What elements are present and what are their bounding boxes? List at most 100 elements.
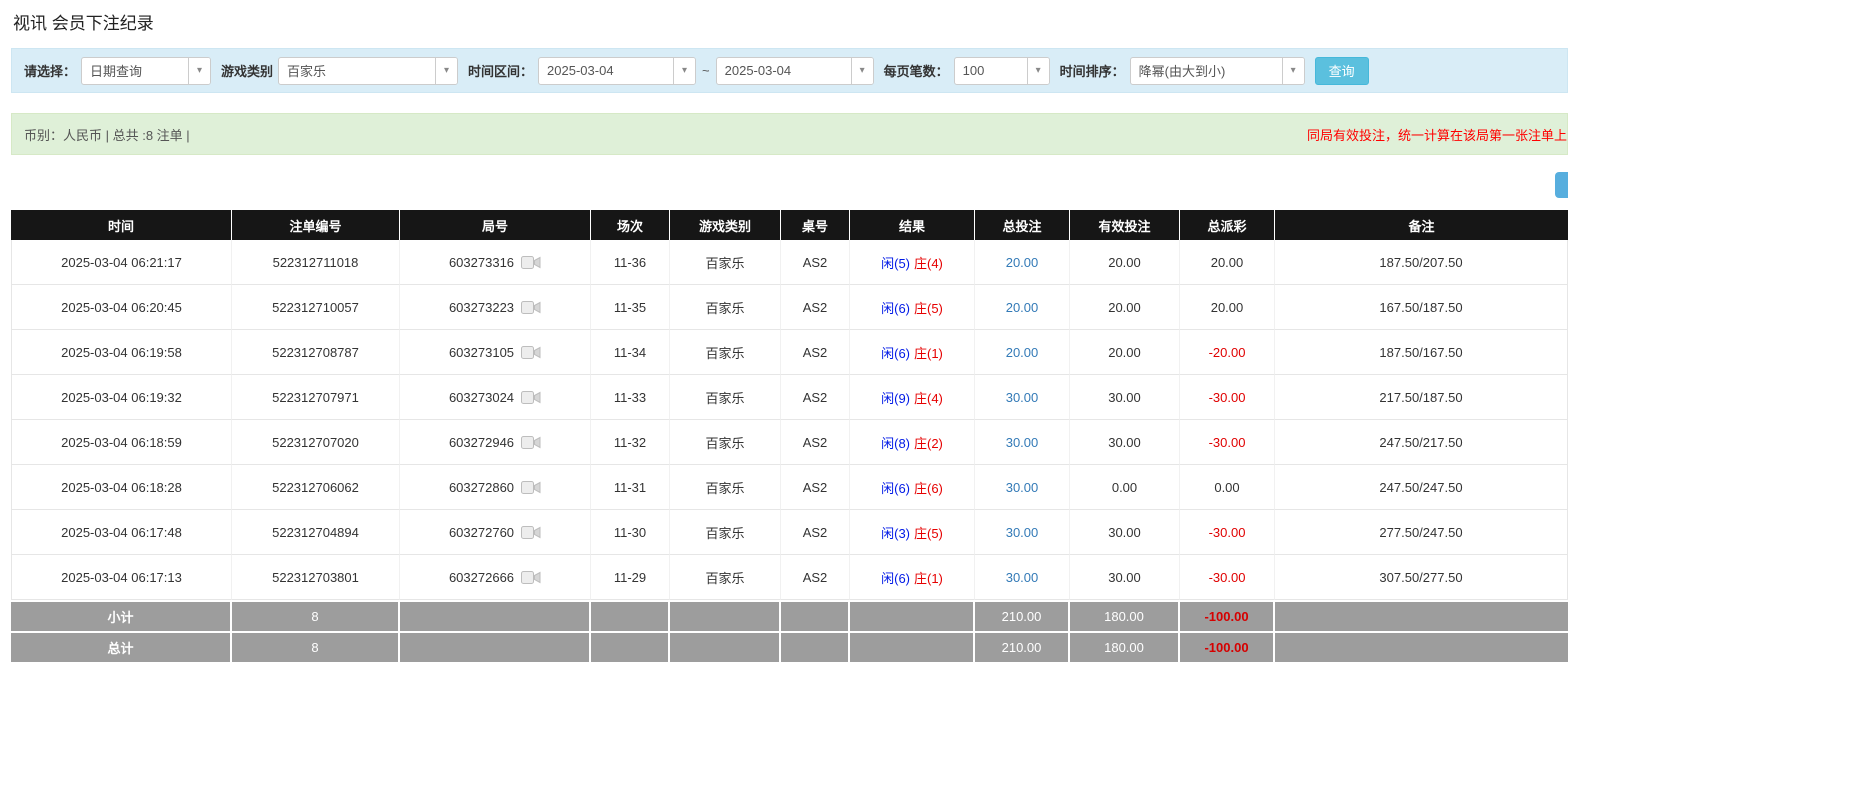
time-range-label: 时间区间： xyxy=(468,61,533,80)
header-time: 时间 xyxy=(11,210,232,240)
round-number: 603273105 xyxy=(449,345,514,360)
subtotal-empty xyxy=(781,600,850,631)
total-label: 总计 xyxy=(11,631,232,662)
date-type-label: 请选择： xyxy=(24,61,76,80)
table-row: 2025-03-04 06:17:13 522312703801 6032726… xyxy=(11,555,1568,600)
cell-table-no: AS2 xyxy=(781,375,850,420)
cell-table-no: AS2 xyxy=(781,285,850,330)
cell-game: 百家乐 xyxy=(670,420,781,465)
subtotal-payout: -100.00 xyxy=(1180,600,1275,631)
header-valid-bet: 有效投注 xyxy=(1070,210,1180,240)
table-row: 2025-03-04 06:18:28 522312706062 6032728… xyxy=(11,465,1568,510)
cell-session: 11-31 xyxy=(591,465,670,510)
time-sort-label: 时间排序： xyxy=(1060,61,1125,80)
cell-time: 2025-03-04 06:19:58 xyxy=(11,330,232,375)
cell-remark: 187.50/207.50 xyxy=(1275,240,1568,285)
cell-total-bet[interactable]: 30.00 xyxy=(975,555,1070,600)
cell-remark: 247.50/217.50 xyxy=(1275,420,1568,465)
video-icon[interactable] xyxy=(521,435,541,450)
cell-time: 2025-03-04 06:17:13 xyxy=(11,555,232,600)
header-table-no: 桌号 xyxy=(781,210,850,240)
cell-round: 603273316 xyxy=(400,240,591,285)
subtotal-empty xyxy=(591,600,670,631)
total-empty xyxy=(400,631,591,662)
cell-total-bet[interactable]: 20.00 xyxy=(975,285,1070,330)
chevron-down-icon: ▾ xyxy=(851,58,873,84)
round-number: 603273316 xyxy=(449,255,514,270)
cell-time: 2025-03-04 06:18:59 xyxy=(11,420,232,465)
cell-remark: 217.50/187.50 xyxy=(1275,375,1568,420)
chevron-down-icon: ▾ xyxy=(1282,58,1304,84)
date-to-select[interactable]: 2025-03-04 ▾ xyxy=(716,57,874,85)
cell-total-bet[interactable]: 30.00 xyxy=(975,510,1070,555)
cell-session: 11-33 xyxy=(591,375,670,420)
time-sort-value: 降幂(由大到小) xyxy=(1131,61,1282,80)
video-icon[interactable] xyxy=(521,300,541,315)
video-icon[interactable] xyxy=(521,255,541,270)
result-player: 闲(6) xyxy=(881,571,910,586)
cell-round: 603273024 xyxy=(400,375,591,420)
game-type-label: 游戏类别 xyxy=(221,61,273,80)
round-number: 603273223 xyxy=(449,300,514,315)
cell-game: 百家乐 xyxy=(670,330,781,375)
cell-round: 603273223 xyxy=(400,285,591,330)
cell-valid-bet: 0.00 xyxy=(1070,465,1180,510)
video-icon[interactable] xyxy=(521,525,541,540)
cell-total-bet[interactable]: 20.00 xyxy=(975,240,1070,285)
cell-result: 闲(6)庄(6) xyxy=(850,465,975,510)
table-row: 2025-03-04 06:20:45 522312710057 6032732… xyxy=(11,285,1568,330)
cell-payout: -30.00 xyxy=(1180,555,1275,600)
date-type-value: 日期查询 xyxy=(82,61,188,80)
page-size-label: 每页笔数： xyxy=(884,61,949,80)
subtotal-total-bet: 210.00 xyxy=(975,600,1070,631)
page-size-select[interactable]: 100 ▾ xyxy=(954,57,1050,85)
cell-table-no: AS2 xyxy=(781,420,850,465)
subtotal-empty xyxy=(670,600,781,631)
cell-valid-bet: 30.00 xyxy=(1070,375,1180,420)
total-empty xyxy=(781,631,850,662)
date-from-value: 2025-03-04 xyxy=(539,63,673,78)
cell-game: 百家乐 xyxy=(670,375,781,420)
header-round: 局号 xyxy=(400,210,591,240)
chevron-down-icon: ▾ xyxy=(1027,58,1049,84)
cell-time: 2025-03-04 06:17:48 xyxy=(11,510,232,555)
header-result: 结果 xyxy=(850,210,975,240)
total-count: 8 xyxy=(232,631,400,662)
cell-table-no: AS2 xyxy=(781,240,850,285)
date-from-select[interactable]: 2025-03-04 ▾ xyxy=(538,57,696,85)
video-icon[interactable] xyxy=(521,480,541,495)
page-title: 视讯 会员下注纪录 xyxy=(11,0,1568,36)
video-icon[interactable] xyxy=(521,570,541,585)
cell-remark: 247.50/247.50 xyxy=(1275,465,1568,510)
cell-payout: -30.00 xyxy=(1180,375,1275,420)
time-sort-select[interactable]: 降幂(由大到小) ▾ xyxy=(1130,57,1305,85)
currency-summary-text: 币别：人民币 | 总共 :8 注单 | xyxy=(24,125,190,144)
cell-total-bet[interactable]: 30.00 xyxy=(975,465,1070,510)
cell-total-bet[interactable]: 30.00 xyxy=(975,375,1070,420)
cell-valid-bet: 30.00 xyxy=(1070,510,1180,555)
cell-valid-bet: 20.00 xyxy=(1070,330,1180,375)
cell-time: 2025-03-04 06:18:28 xyxy=(11,465,232,510)
video-icon[interactable] xyxy=(521,390,541,405)
subtotal-row: 小计 8 210.00 180.00 -100.00 xyxy=(11,600,1568,631)
result-banker: 庄(5) xyxy=(914,526,943,541)
cell-result: 闲(6)庄(1) xyxy=(850,555,975,600)
date-type-select[interactable]: 日期查询 ▾ xyxy=(81,57,211,85)
result-player: 闲(6) xyxy=(881,346,910,361)
video-icon[interactable] xyxy=(521,345,541,360)
partial-edge-button[interactable] xyxy=(1555,172,1568,198)
cell-time: 2025-03-04 06:20:45 xyxy=(11,285,232,330)
result-banker: 庄(4) xyxy=(914,391,943,406)
game-type-select[interactable]: 百家乐 ▾ xyxy=(278,57,458,85)
date-to-value: 2025-03-04 xyxy=(717,63,851,78)
result-banker: 庄(1) xyxy=(914,346,943,361)
summary-bar: 币别：人民币 | 总共 :8 注单 | 同局有效投注，统一计算在该局第一张注单上 xyxy=(11,113,1568,155)
cell-total-bet[interactable]: 30.00 xyxy=(975,420,1070,465)
result-player: 闲(5) xyxy=(881,256,910,271)
cell-total-bet[interactable]: 20.00 xyxy=(975,330,1070,375)
cell-result: 闲(5)庄(4) xyxy=(850,240,975,285)
cell-remark: 277.50/247.50 xyxy=(1275,510,1568,555)
cell-result: 闲(8)庄(2) xyxy=(850,420,975,465)
subtotal-empty xyxy=(400,600,591,631)
query-button[interactable]: 查询 xyxy=(1315,57,1369,85)
